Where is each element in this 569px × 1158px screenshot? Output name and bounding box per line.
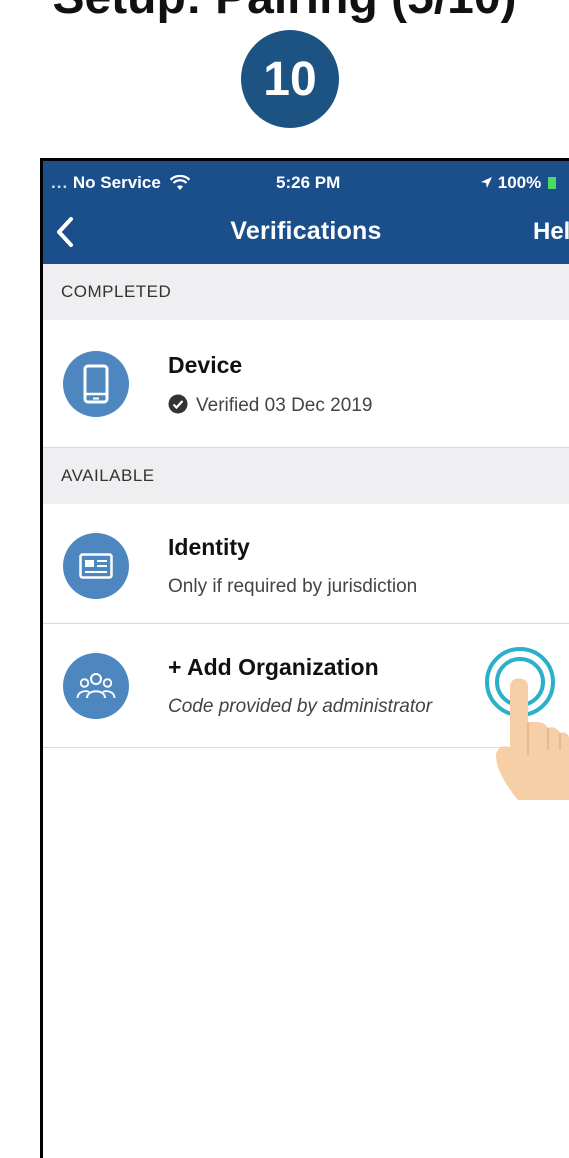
id-card-icon xyxy=(63,533,129,599)
row-title: Device xyxy=(168,352,243,378)
status-bar: ... No Service 5:26 PM 100% xyxy=(43,161,569,201)
signal-dots-icon: ... xyxy=(51,173,69,192)
group-icon xyxy=(63,653,129,719)
nav-bar: Verifications Help xyxy=(43,201,569,264)
row-subtitle: Code provided by administrator xyxy=(168,696,433,717)
phone-icon xyxy=(63,351,129,417)
tap-gesture-icon xyxy=(485,647,569,800)
verified-date: Verified 03 Dec 2019 xyxy=(196,395,373,416)
section-header-available: AVAILABLE xyxy=(43,448,569,504)
wifi-icon xyxy=(169,175,190,190)
status-time: 5:26 PM xyxy=(276,173,341,192)
verification-row-identity[interactable]: Identity Only if required by jurisdictio… xyxy=(43,504,569,624)
row-title: Identity xyxy=(168,534,250,560)
status-carrier: ... No Service xyxy=(51,173,190,193)
help-button[interactable]: Help xyxy=(533,218,569,246)
check-circle-icon xyxy=(168,394,188,414)
verification-row-device[interactable]: Device Verified 03 Dec 2019 xyxy=(43,320,569,448)
battery-label: 100% xyxy=(497,173,542,192)
row-subtitle: Only if required by jurisdiction xyxy=(168,576,418,597)
status-battery: 100% xyxy=(480,173,556,193)
row-subtitle: Verified 03 Dec 2019 xyxy=(168,394,372,417)
carrier-label: No Service xyxy=(72,173,161,192)
location-arrow-icon xyxy=(481,177,492,188)
step-badge: 10 xyxy=(241,30,339,128)
page-title: Setup: Pairing (5/10) xyxy=(0,0,569,25)
section-header-completed: COMPLETED xyxy=(43,264,569,320)
battery-icon xyxy=(547,177,556,189)
row-title: + Add Organization xyxy=(168,654,379,680)
nav-title: Verifications xyxy=(230,217,382,245)
